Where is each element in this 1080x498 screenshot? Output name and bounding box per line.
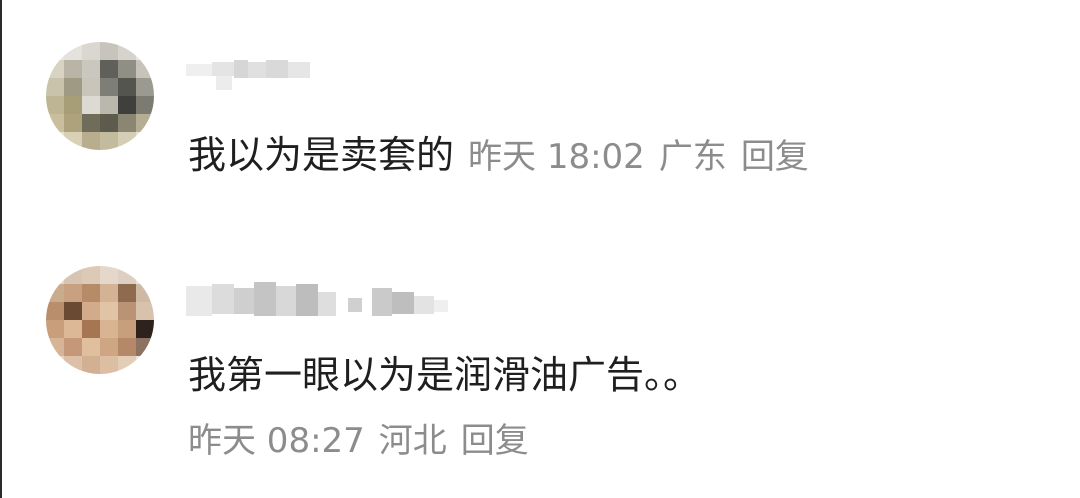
reply-button[interactable]: 回复	[741, 137, 809, 177]
comment-text: 我以为是卖套的	[188, 133, 455, 177]
comment-list: 我以为是卖套的 昨天 18:02 广东 回复 我第一眼以为是润滑油广告。。 昨天…	[0, 0, 1080, 498]
comment-text: 我第一眼以为是润滑油广告。。	[188, 353, 702, 397]
comment-time: 昨天 08:27	[188, 421, 365, 461]
left-border	[0, 0, 2, 498]
username-blurred[interactable]	[186, 282, 448, 322]
comment-meta: 昨天 08:27 河北 回复	[188, 418, 543, 464]
username-blurred[interactable]	[186, 58, 310, 98]
avatar[interactable]	[46, 42, 154, 150]
comment-text-row: 我以为是卖套的 昨天 18:02 广东 回复	[188, 132, 809, 180]
comment-meta: 昨天 18:02 广东 回复	[454, 137, 809, 177]
comment-location: 河北	[378, 421, 447, 461]
comment-location: 广东	[658, 137, 727, 177]
comment-time: 昨天 18:02	[468, 137, 645, 177]
reply-button[interactable]: 回复	[461, 421, 529, 461]
avatar[interactable]	[46, 266, 154, 374]
